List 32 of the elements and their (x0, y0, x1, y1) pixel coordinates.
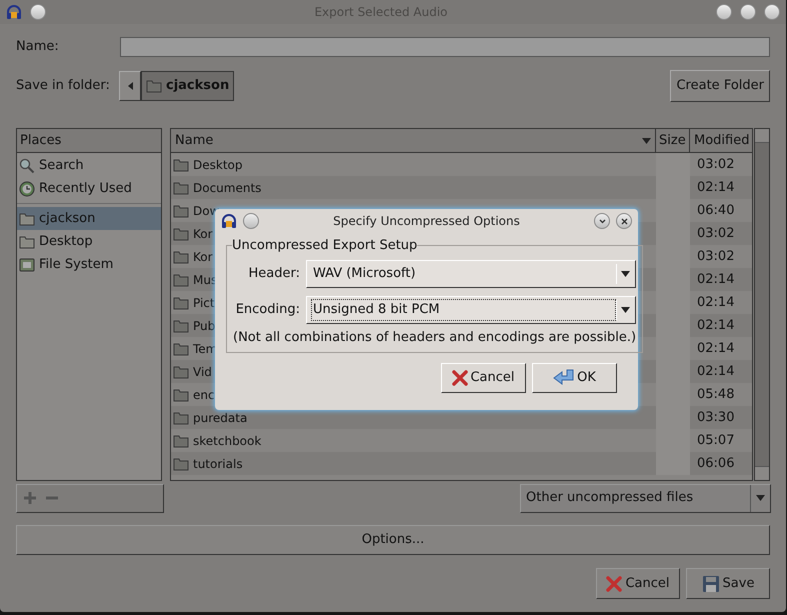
modified-time: 02:14 (696, 362, 736, 381)
places-header: Places (17, 129, 161, 153)
modified-time: 02:14 (696, 294, 736, 312)
modified-time: 02:14 (696, 178, 736, 197)
modified-time: 06:40 (696, 202, 736, 220)
modified-time: 02:14 (696, 270, 736, 289)
file-name: Documents (193, 180, 262, 196)
file-name: Desktop (193, 156, 242, 174)
modified-time: 03:02 (696, 248, 736, 266)
field-label: Encoding: (234, 300, 301, 319)
file-name: enc (193, 386, 215, 404)
modified-time: 05:48 (696, 386, 736, 404)
dialog-title: Specify Uncompressed Options (332, 213, 521, 230)
modified-time: 02:14 (696, 316, 736, 335)
file-name: Kor (193, 248, 213, 266)
modified-time: 02:14 (696, 340, 736, 358)
modified-time: 03:30 (696, 408, 736, 427)
compatibility-note: (Not all combinations of headers and encodings are possible.) (233, 328, 636, 346)
file-name: sketchbook (193, 432, 262, 450)
file-name: Pict (193, 294, 215, 312)
modified-time: 05:07 (696, 432, 736, 450)
save-in-folder-label: Save in folder: (16, 77, 111, 96)
group-title: Uncompressed Export Setup (232, 237, 418, 255)
file-name: tutorials (193, 456, 243, 472)
file-name: Kor (193, 226, 213, 242)
modified-time: 03:02 (696, 156, 736, 174)
modified-time: 06:06 (696, 454, 736, 473)
file-name: puredata (193, 410, 248, 426)
name-label: Name: (16, 38, 60, 56)
modified-time: 03:02 (696, 224, 736, 243)
field-label: Header: (248, 264, 301, 283)
file-name: Vid (193, 364, 212, 380)
